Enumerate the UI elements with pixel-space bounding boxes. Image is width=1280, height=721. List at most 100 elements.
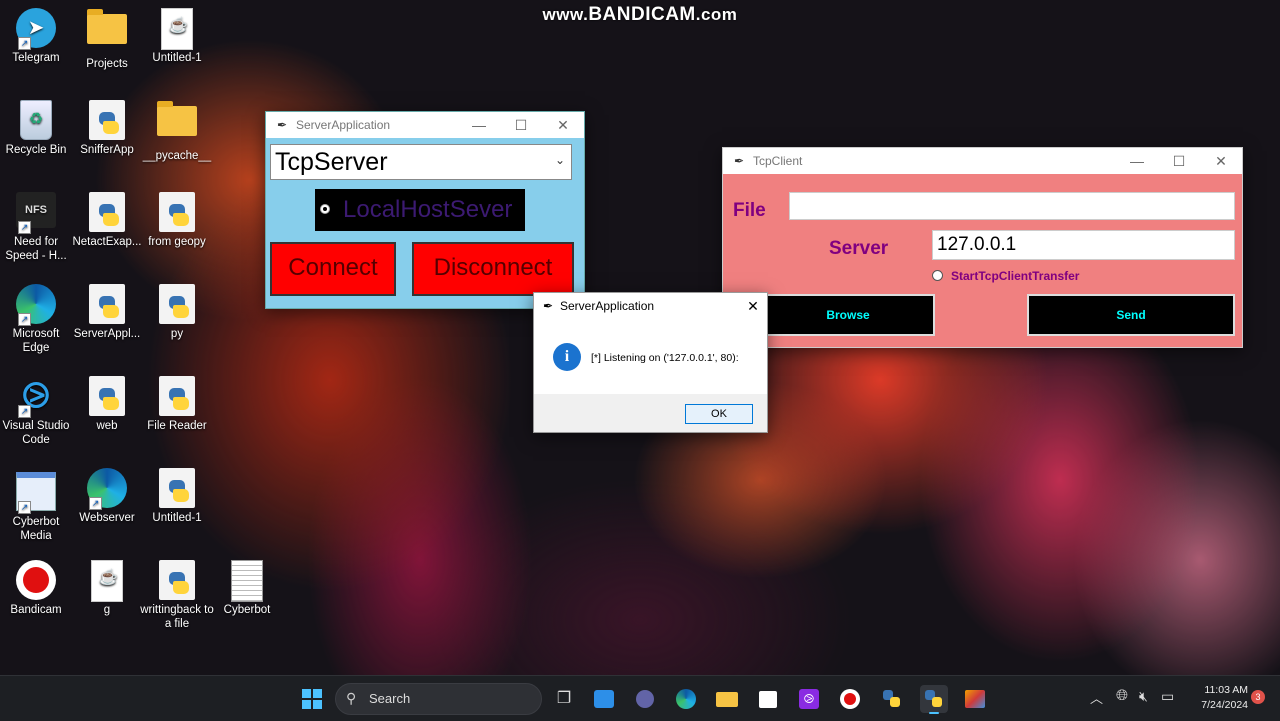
protocol-select[interactable]: TcpServer ⌄ [270,144,572,180]
desktop-icon-label: writtingback to a file [140,604,214,630]
desktop-icon-label: from geopy [148,236,206,248]
python-file-icon [157,376,197,416]
close-button[interactable]: ✕ [1200,153,1242,170]
edge-icon: ↗ [87,468,127,510]
need-for-speed-icon: NFS ↗ [16,192,56,234]
desktop-icon-label: Projects [86,58,128,70]
clock-time: 11:03 AM [1204,684,1248,696]
maximize-button[interactable]: ☐ [500,117,542,134]
desktop-icon-label: ServerAppl... [73,328,141,340]
desktop-icon-from-geopy[interactable]: from geopy [139,192,215,249]
desktop-icon-g[interactable]: g [69,560,145,617]
java-file-icon [157,8,197,50]
feather-icon: ✒ [542,299,554,313]
desktop-icon-label: g [103,604,111,616]
desktop-icon-writtingback[interactable]: writtingback to a file [139,560,215,631]
desktop-icon-netactexap[interactable]: NetactExap... [69,192,145,249]
localhost-radio-option[interactable]: LocalHostSever [315,189,525,231]
image-viewer-icon[interactable] [961,685,989,713]
telegram-icon: ➤ ↗ [16,8,56,50]
window-title: TcpClient [753,154,803,168]
desktop-icon-label: NetactExap... [72,236,142,248]
browse-button[interactable]: Browse [761,294,935,336]
desktop-icon-microsoft-edge[interactable]: ↗ Microsoft Edge [0,284,74,355]
server-label: Server [829,238,889,259]
tcp-client-window: ✒ TcpClient — ☐ ✕ File Server 127.0.0.1 … [722,147,1243,348]
python-file-icon [157,468,197,508]
send-button[interactable]: Send [1027,294,1235,336]
volume-muted-icon[interactable]: 🔇︎ [1139,688,1148,705]
desktop-icon-web[interactable]: web [69,376,145,433]
feather-icon: ✒ [276,118,288,132]
battery-icon[interactable]: ▭ [1161,688,1174,705]
taskbar: ⚲ Search ❐ ⧁ ︿ 🌐︎ 🔇︎ ▭ 11:03 AM 7/24/202… [0,675,1280,721]
widgets-icon[interactable] [590,685,618,713]
chevron-down-icon: ⌄ [554,153,565,167]
desktop-icon-cyberbot[interactable]: Cyberbot [209,560,285,617]
start-windows-icon[interactable] [298,685,326,713]
edge-icon: ↗ [16,284,56,326]
close-button[interactable]: ✕ [542,117,584,134]
desktop-icon-cyberbot-media[interactable]: ↗ Cyberbot Media [0,468,74,543]
desktop-icon-projects[interactable]: Projects [69,8,145,71]
desktop-icon-label: Webserver [79,512,135,524]
store-icon[interactable] [754,685,782,713]
desktop-icon-snifferapp[interactable]: SnifferApp [69,100,145,157]
desktop-icon-serverappl[interactable]: ServerAppl... [69,284,145,341]
window-title: ServerApplication [296,118,391,132]
task-view-icon[interactable]: ❐ [550,685,578,713]
desktop-icon-label: Telegram [12,52,60,64]
desktop-icon-vscode[interactable]: ⧁ ↗ Visual Studio Code [0,376,74,447]
close-button[interactable]: ✕ [739,298,767,315]
search-placeholder: Search [369,691,411,706]
title-bar: ✒ TcpClient — ☐ ✕ [723,148,1242,174]
desktop-icon-label: Microsoft Edge [12,328,60,354]
minimize-button[interactable]: — [458,117,500,133]
desktop-icon-file-reader[interactable]: File Reader [139,376,215,433]
desktop-icon-pycache[interactable]: __pycache__ [139,100,215,163]
file-label: File [733,200,766,221]
show-hidden-icons-chevron[interactable]: ︿ [1090,688,1103,707]
desktop-icon-label: SnifferApp [80,144,134,156]
disconnect-button[interactable]: Disconnect [412,242,574,296]
title-bar: ✒ ServerApplication — ☐ ✕ [266,112,584,138]
clock-date: 7/24/2024 [1201,699,1248,711]
desktop-icon-recycle-bin[interactable]: ♻ Recycle Bin [0,100,74,157]
desktop-icon-need-for-speed[interactable]: NFS ↗ Need for Speed - H... [0,192,74,263]
notification-badge[interactable]: 3 [1251,690,1265,704]
file-input[interactable] [789,192,1235,220]
desktop-icon-label: File Reader [147,420,207,432]
radio-label: LocalHostSever [343,196,513,223]
radio-label: StartTcpClientTransfer [951,269,1080,283]
bandicam-taskbar-icon[interactable] [836,685,864,713]
server-address-input[interactable]: 127.0.0.1 [932,230,1235,260]
desktop-icon-bandicam[interactable]: Bandicam [0,560,74,617]
minimize-button[interactable]: — [1116,153,1158,169]
visual-studio-icon[interactable]: ⧁ [795,685,823,713]
desktop-icon-py[interactable]: py [139,284,215,341]
desktop-icon-label: Cyberbot [223,604,271,616]
python-idle-icon[interactable] [878,685,906,713]
desktop-icon-webserver[interactable]: ↗ Webserver [69,468,145,525]
python-active-icon[interactable] [920,685,948,714]
desktop-icon-untitled-1-py[interactable]: Untitled-1 [139,468,215,525]
teams-chat-icon[interactable] [631,685,659,713]
server-application-window: ✒ ServerApplication — ☐ ✕ TcpServer ⌄ Lo… [265,111,585,309]
language-globe-icon[interactable]: 🌐︎ [1116,687,1128,704]
server-address-value: 127.0.0.1 [937,234,1017,255]
info-icon: i [553,343,581,371]
maximize-button[interactable]: ☐ [1158,153,1200,170]
clock[interactable]: 11:03 AM 7/24/2024 [1184,683,1248,713]
ok-button[interactable]: OK [685,404,753,424]
desktop-icon-label: __pycache__ [142,150,212,162]
connect-button[interactable]: Connect [270,242,396,296]
vscode-icon: ⧁ ↗ [16,376,56,418]
search-icon: ⚲ [346,690,357,706]
file-explorer-icon[interactable] [713,685,741,713]
taskbar-search-box[interactable]: ⚲ Search [335,683,542,715]
edge-taskbar-icon[interactable] [672,685,700,713]
desktop-icon-label: Bandicam [10,604,62,616]
desktop-icon-label: Recycle Bin [5,144,67,156]
desktop-icon-untitled-1-java[interactable]: Untitled-1 [139,8,215,65]
desktop-icon-telegram[interactable]: ➤ ↗ Telegram [0,8,74,65]
